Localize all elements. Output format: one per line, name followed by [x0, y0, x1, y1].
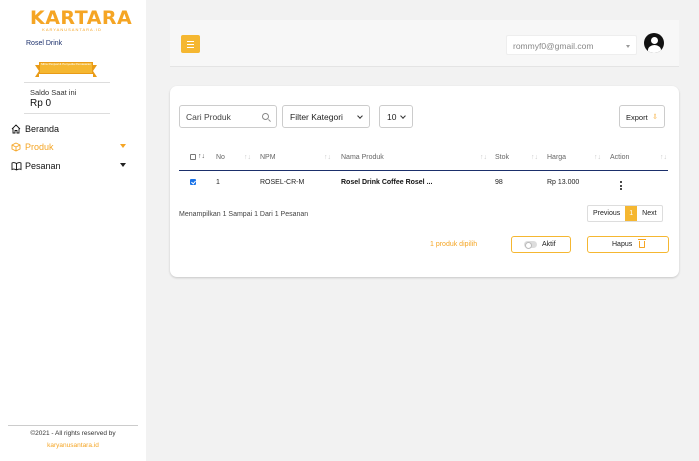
- chevron-down-icon: [626, 45, 630, 48]
- sort-icon[interactable]: ↑↓: [594, 154, 601, 161]
- sort-icon[interactable]: ↑↓: [244, 154, 251, 161]
- activate-label: Aktif: [542, 241, 556, 248]
- page-button-current[interactable]: 1: [625, 206, 638, 221]
- chevron-down-icon: [357, 113, 363, 119]
- cell-stock: 98: [495, 179, 503, 186]
- store-name: Rosel Drink: [26, 40, 63, 47]
- sidebar-item-beranda[interactable]: Beranda: [10, 123, 130, 135]
- copyright-text: ©2021 - All rights reserved by: [30, 430, 116, 437]
- next-page-button[interactable]: Next: [637, 206, 661, 221]
- sidebar: KARTARA KARYANUSANTARA.ID Rosel Drink Mi…: [0, 0, 146, 461]
- column-header-label: Action: [610, 154, 630, 161]
- column-header-npm[interactable]: NPM: [260, 154, 276, 161]
- divider: [24, 82, 110, 83]
- trash-icon: [638, 239, 646, 248]
- account-email: rommyf0@gmail.com: [513, 41, 594, 51]
- toggle-switch-icon[interactable]: [524, 241, 537, 249]
- column-header-label: No: [216, 154, 225, 161]
- column-header-action: Action: [610, 154, 629, 161]
- page-size-value: 10: [387, 112, 397, 122]
- box-icon: [10, 141, 22, 153]
- cell-price: Rp 13.000: [547, 179, 580, 186]
- pagination: Previous 1 Next: [587, 205, 663, 222]
- cell-product-name: Rosel Drink Coffee Rosel ...: [341, 179, 433, 186]
- hamburger-icon: [187, 40, 194, 42]
- sidebar-item-label: Produk: [25, 142, 54, 152]
- account-select[interactable]: rommyf0@gmail.com: [506, 35, 637, 55]
- category-filter-select[interactable]: Filter Kategori: [282, 105, 370, 128]
- top-header: rommyf0@gmail.com: [170, 20, 679, 67]
- sidebar-item-label: Pesanan: [25, 161, 61, 171]
- export-button[interactable]: Export ⇩: [619, 105, 665, 128]
- sort-icon[interactable]: ↑↓: [660, 154, 667, 161]
- table-header: ↑↓ No ↑↓ NPM ↑↓ Nama Produk ↑↓ Stok ↑↓ H…: [179, 146, 668, 171]
- home-icon: [10, 123, 22, 135]
- activate-toggle-button[interactable]: Aktif: [511, 236, 571, 253]
- search-placeholder: Cari Produk: [186, 112, 231, 122]
- seller-badge-text: Mitra Penjual & Penyedia Pemasaran: [41, 62, 91, 66]
- sidebar-item-pesanan[interactable]: Pesanan: [10, 160, 130, 172]
- row-checkbox[interactable]: [190, 179, 196, 185]
- previous-page-button[interactable]: Previous: [588, 206, 625, 221]
- download-icon: ⇩: [652, 114, 658, 121]
- export-label: Export: [626, 113, 648, 122]
- balance-value: Rp 0: [30, 98, 52, 109]
- column-header-label: NPM: [260, 154, 276, 161]
- table-row[interactable]: 1 ROSEL-CR-M Rosel Drink Coffee Rosel ..…: [179, 171, 668, 195]
- column-header-no[interactable]: No: [216, 154, 225, 161]
- select-all-checkbox[interactable]: [190, 154, 196, 160]
- column-header-price[interactable]: Harga: [547, 154, 566, 161]
- search-icon: [262, 113, 269, 120]
- balance-label: Saldo Saat ini: [30, 88, 77, 97]
- footer-link[interactable]: karyanusantara.id: [0, 442, 146, 449]
- cell-no: 1: [216, 179, 220, 186]
- sort-icon[interactable]: ↑↓: [480, 154, 487, 161]
- avatar[interactable]: [644, 33, 664, 53]
- sort-icon[interactable]: ↑↓: [198, 153, 205, 160]
- page-size-select[interactable]: 10: [379, 105, 413, 128]
- seller-badge: Mitra Penjual & Penyedia Pemasaran: [35, 60, 97, 77]
- chevron-down-icon: [400, 113, 406, 119]
- divider: [24, 113, 110, 114]
- chevron-down-icon: [120, 163, 126, 167]
- sidebar-item-produk[interactable]: Produk: [10, 141, 130, 153]
- divider: [8, 425, 138, 426]
- column-header-stock[interactable]: Stok: [495, 154, 509, 161]
- more-actions-icon[interactable]: [619, 181, 623, 193]
- menu-toggle-button[interactable]: [181, 35, 200, 53]
- cell-npm: ROSEL-CR-M: [260, 179, 305, 186]
- delete-button[interactable]: Hapus: [587, 236, 669, 253]
- book-icon: [10, 160, 22, 172]
- delete-label: Hapus: [612, 241, 633, 248]
- column-header-name[interactable]: Nama Produk: [341, 154, 384, 161]
- sidebar-item-label: Beranda: [25, 124, 60, 134]
- brand-logo[interactable]: KARTARA KARYANUSANTARA.ID: [30, 7, 133, 32]
- brand-name: KARTARA: [30, 7, 133, 29]
- selected-count-text: 1 produk dipilih: [430, 241, 478, 248]
- chevron-down-icon: [120, 144, 126, 148]
- category-filter-value: Filter Kategori: [290, 112, 343, 122]
- brand-tagline: KARYANUSANTARA.ID: [42, 27, 102, 32]
- search-input[interactable]: Cari Produk: [179, 105, 277, 128]
- column-header-label: Stok: [495, 154, 510, 161]
- product-table-card: Cari Produk Filter Kategori 10 Export ⇩ …: [170, 86, 679, 277]
- sort-icon[interactable]: ↑↓: [531, 154, 538, 161]
- sort-icon[interactable]: ↑↓: [324, 154, 331, 161]
- column-header-label: Nama Produk: [341, 154, 384, 161]
- pagination-info: Menampilkan 1 Sampai 1 Dari 1 Pesanan: [179, 211, 309, 218]
- column-header-label: Harga: [547, 154, 567, 161]
